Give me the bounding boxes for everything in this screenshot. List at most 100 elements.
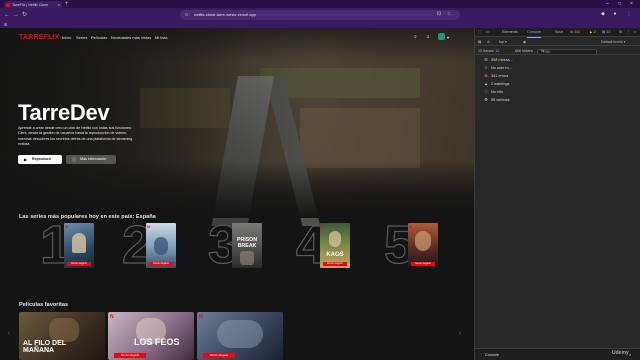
favorite-card[interactable]: N Recién llegado — [197, 312, 283, 360]
netflix-n-icon: N — [65, 224, 68, 229]
sidebar-item-errors[interactable]: ⊗ 341 errors — [483, 72, 508, 80]
warning-icon: ▲ — [484, 82, 488, 86]
user-icon: ☺ — [484, 66, 488, 70]
udemy-watermark: Udemy — [612, 350, 629, 356]
more-info-button[interactable]: ⓘ Más información — [66, 155, 116, 164]
list-icon: ☰ — [484, 58, 488, 62]
menu-icon[interactable]: ⋮ — [626, 11, 632, 17]
context-label: top — [499, 40, 504, 44]
favorite-title: AL FILO DEL MAÑANA — [23, 340, 66, 354]
info-count: 12 — [606, 30, 611, 34]
drawer-menu-icon[interactable]: ⋮ — [479, 351, 483, 359]
hero-description: Aprende a crear desde cero un clon de Ne… — [18, 126, 133, 146]
netflix-page: TARREFLIX Inicio Series Películas Noveda… — [0, 28, 474, 360]
new-badge: Recién llegado — [411, 262, 435, 266]
eye-icon[interactable]: ◉ — [523, 39, 526, 45]
settings-gear-icon[interactable]: ⚙ — [619, 29, 622, 35]
nav-novedades[interactable]: Novedades más vistas — [111, 35, 151, 40]
nav-mi-lista[interactable]: Mi lista — [155, 35, 167, 40]
issues-bar: 12 Issues: 12 666 hidden ⚙ — [475, 47, 640, 55]
top10-card[interactable]: 1 N Recién llegado — [39, 216, 126, 274]
top10-card[interactable]: 2 N Recién llegado — [121, 216, 208, 274]
top10-card[interactable]: 3 PRISON BREAK — [207, 216, 294, 274]
notifications-icon[interactable]: ♫ — [426, 34, 430, 40]
tab-elements[interactable]: Elements — [502, 28, 518, 37]
error-count-badge[interactable]: ⊗ 341 — [570, 29, 580, 35]
sidebar-item-info[interactable]: ⓘ No info — [483, 88, 503, 96]
install-icon[interactable]: ⊡ — [436, 11, 442, 17]
inspect-icon[interactable]: ⬚ — [478, 29, 482, 35]
scroll-right-icon[interactable]: › — [459, 331, 461, 337]
bookmark-star-icon[interactable]: ☆ — [446, 11, 452, 17]
devtools-tabs: ⬚ ▭ Elements Console Sources ⊗ 341 ▲ 2 ▤… — [475, 28, 640, 38]
chevron-down-icon[interactable]: ▾ — [447, 35, 449, 40]
back-icon[interactable]: ← — [4, 10, 10, 20]
verbose-icon: ⚙ — [484, 98, 488, 102]
close-devtools-icon[interactable]: × — [634, 29, 636, 35]
close-drawer-icon[interactable]: × — [629, 351, 631, 359]
info-label: Más información — [80, 157, 107, 161]
context-select[interactable]: top ▾ — [499, 39, 507, 45]
issues-label: 12 Issues: — [478, 49, 495, 53]
sidebar-item-user-messages[interactable]: ☺ No user m... — [483, 64, 512, 72]
sidebar-toggle-icon[interactable]: ▤ — [478, 39, 481, 45]
drawer-tab-console[interactable]: Console — [485, 351, 499, 359]
browser-chrome: TarreFlix | Netflix Clone × + – □ × ← → … — [0, 0, 640, 22]
warning-count-badge[interactable]: ▲ 2 — [589, 29, 596, 35]
browser-toolbar: ← → ↻ ⊙ netflix-clone-tarre-westc.vercel… — [0, 8, 640, 22]
poster-title: PRISON BREAK — [237, 237, 257, 249]
top10-card[interactable]: 4 N KAOS Recién llegado — [295, 216, 382, 274]
poster-title: KAOS — [326, 252, 344, 258]
profile-icon[interactable]: ● — [612, 11, 618, 17]
more-options-icon[interactable]: ⋮ — [627, 29, 631, 35]
sidebar-item-messages[interactable]: ☰ 398 messa... — [483, 56, 512, 64]
top10-card[interactable]: 5 N Recién llegado — [383, 216, 470, 274]
sidebar-item-warnings[interactable]: ▲ 2 warnings — [483, 80, 509, 88]
error-icon: ⊗ — [484, 74, 488, 78]
sidebar-item-label: 2 warnings — [491, 82, 510, 86]
sidebar-item-label: 55 verbose — [491, 98, 510, 102]
site-logo[interactable]: TARREFLIX — [19, 34, 60, 41]
hidden-count: 666 hidden — [515, 49, 533, 53]
tab-title: TarreFlix | Netflix Clone — [12, 3, 49, 7]
favorite-title: LOS FEOS — [134, 337, 180, 347]
sidebar-item-label: 341 errors — [491, 74, 509, 78]
warning-count: 2 — [593, 30, 596, 34]
nav-series[interactable]: Series — [76, 35, 87, 40]
netflix-n-icon: N — [321, 224, 324, 229]
info-count-badge[interactable]: ▤ 12 — [602, 29, 610, 35]
clear-console-icon[interactable]: ⊘ — [487, 39, 490, 45]
device-toggle-icon[interactable]: ▭ — [486, 29, 490, 35]
issues-link[interactable]: 12 Issues: 12 — [478, 48, 499, 54]
new-badge: Recién llegado — [323, 262, 347, 266]
console-settings-icon[interactable]: ⚙ — [541, 48, 544, 54]
address-bar[interactable]: ⊙ netflix-clone-tarre-westc.vercel.app — [180, 10, 460, 20]
minimize-icon[interactable]: – — [606, 0, 609, 8]
devtools-panel: ⬚ ▭ Elements Console Sources ⊗ 341 ▲ 2 ▤… — [474, 28, 640, 360]
search-icon[interactable]: ⌕ — [414, 34, 417, 40]
play-button[interactable]: ▶ Reproducir — [18, 155, 62, 164]
avatar[interactable] — [438, 33, 445, 40]
nav-peliculas[interactable]: Películas — [91, 35, 107, 40]
sidebar-item-label: No info — [491, 90, 504, 94]
netflix-n-icon: N — [409, 224, 412, 229]
maximize-icon[interactable]: □ — [618, 0, 621, 8]
favorite-card[interactable]: AL FILO DEL MAÑANA — [19, 312, 105, 360]
tab-sources[interactable]: Sources — [555, 28, 563, 37]
tab-console[interactable]: Console — [527, 28, 541, 38]
sidebar-item-verbose[interactable]: ⚙ 55 verbose — [483, 96, 510, 104]
favorite-card[interactable]: N LOS FEOS Recién llegado — [108, 312, 194, 360]
forward-icon[interactable]: → — [13, 10, 19, 20]
tab-strip: TarreFlix | Netflix Clone × + – □ × — [0, 0, 640, 9]
issues-count: 12 — [495, 49, 500, 53]
scroll-left-icon[interactable]: ‹ — [8, 331, 10, 337]
info-icon: ⓘ — [484, 90, 488, 94]
reload-icon[interactable]: ↻ — [22, 10, 27, 20]
close-window-icon[interactable]: × — [630, 0, 633, 8]
log-levels-select[interactable]: Default levels ▾ — [601, 39, 625, 45]
netflix-n-icon: N — [110, 314, 114, 320]
site-info-icon[interactable]: ⊙ — [185, 10, 188, 20]
poster: N Recién llegado — [408, 223, 438, 268]
extensions-icon[interactable]: ◆ — [600, 11, 606, 17]
nav-inicio[interactable]: Inicio — [62, 35, 71, 40]
